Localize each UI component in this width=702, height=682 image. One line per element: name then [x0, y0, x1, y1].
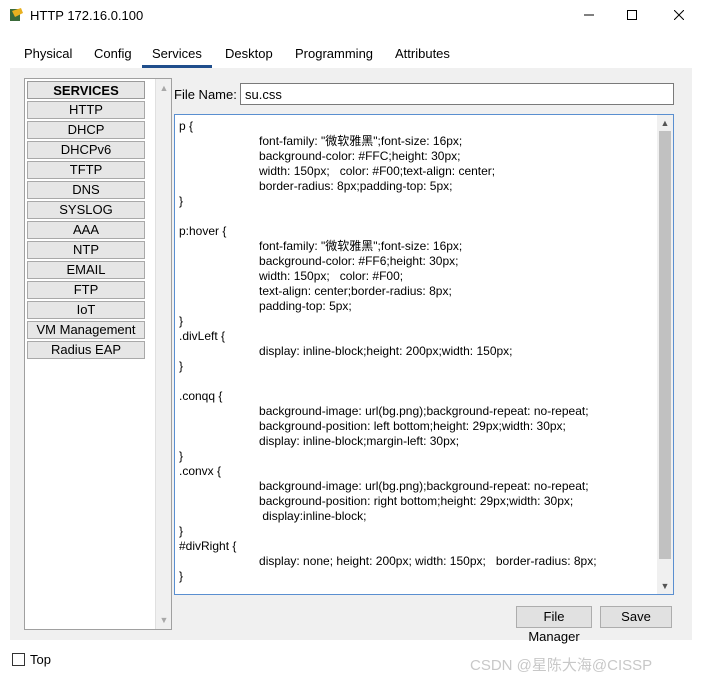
minimize-icon — [584, 14, 594, 16]
scroll-down-icon[interactable]: ▼ — [660, 581, 670, 591]
tab-physical[interactable]: Physical — [14, 42, 83, 68]
code-editor[interactable]: p { font-family: "微软雅黑";font-size: 16px;… — [174, 114, 674, 595]
file-manager-button[interactable]: File Manager — [516, 606, 592, 644]
service-item-aaa[interactable]: AAA — [27, 221, 145, 239]
tab-programming[interactable]: Programming — [285, 42, 384, 68]
services-list: SERVICES HTTP DHCP DHCPv6 TFTP DNS SYSLO… — [24, 78, 172, 630]
service-item-dns[interactable]: DNS — [27, 181, 145, 199]
close-icon — [674, 10, 684, 20]
minimize-button[interactable] — [566, 0, 612, 30]
top-checkbox[interactable] — [12, 653, 25, 666]
file-name-input[interactable] — [240, 83, 674, 105]
service-item-dhcpv6[interactable]: DHCPv6 — [27, 141, 145, 159]
services-header: SERVICES — [27, 81, 145, 99]
service-item-http[interactable]: HTTP — [27, 101, 145, 119]
window-title: HTTP 172.16.0.100 — [30, 8, 144, 23]
service-item-vm-management[interactable]: VM Management — [27, 321, 145, 339]
save-button[interactable]: Save — [600, 606, 672, 628]
editor-scrollbar[interactable]: ▲ ▼ — [657, 115, 673, 594]
service-item-syslog[interactable]: SYSLOG — [27, 201, 145, 219]
file-name-label: File Name: — [174, 87, 237, 102]
service-item-ntp[interactable]: NTP — [27, 241, 145, 259]
maximize-button[interactable] — [609, 0, 655, 30]
code-editor-text[interactable]: p { font-family: "微软雅黑";font-size: 16px;… — [179, 119, 655, 591]
scroll-down-icon[interactable]: ▼ — [159, 615, 169, 625]
service-item-dhcp[interactable]: DHCP — [27, 121, 145, 139]
tab-services[interactable]: Services — [142, 42, 212, 68]
services-panel: SERVICES HTTP DHCP DHCPv6 TFTP DNS SYSLO… — [10, 68, 692, 644]
service-item-radius-eap[interactable]: Radius EAP — [27, 341, 145, 359]
tab-config[interactable]: Config — [84, 42, 142, 68]
editor-scroll-thumb[interactable] — [659, 131, 671, 559]
tab-desktop[interactable]: Desktop — [215, 42, 283, 68]
watermark: CSDN @星陈大海@CISSP — [470, 657, 653, 674]
tab-bar: Physical Config Services Desktop Program… — [0, 42, 702, 68]
title-bar: HTTP 172.16.0.100 — [0, 0, 702, 32]
service-item-iot[interactable]: IoT — [27, 301, 145, 319]
service-item-email[interactable]: EMAIL — [27, 261, 145, 279]
tab-attributes[interactable]: Attributes — [385, 42, 460, 68]
service-item-tftp[interactable]: TFTP — [27, 161, 145, 179]
scroll-up-icon[interactable]: ▲ — [660, 118, 670, 128]
scroll-up-icon[interactable]: ▲ — [159, 83, 169, 93]
packet-tracer-icon — [10, 8, 23, 21]
top-label: Top — [30, 652, 51, 667]
services-scrollbar[interactable]: ▲ ▼ — [155, 79, 171, 629]
service-item-ftp[interactable]: FTP — [27, 281, 145, 299]
close-button[interactable] — [656, 0, 702, 30]
maximize-icon — [627, 10, 637, 20]
